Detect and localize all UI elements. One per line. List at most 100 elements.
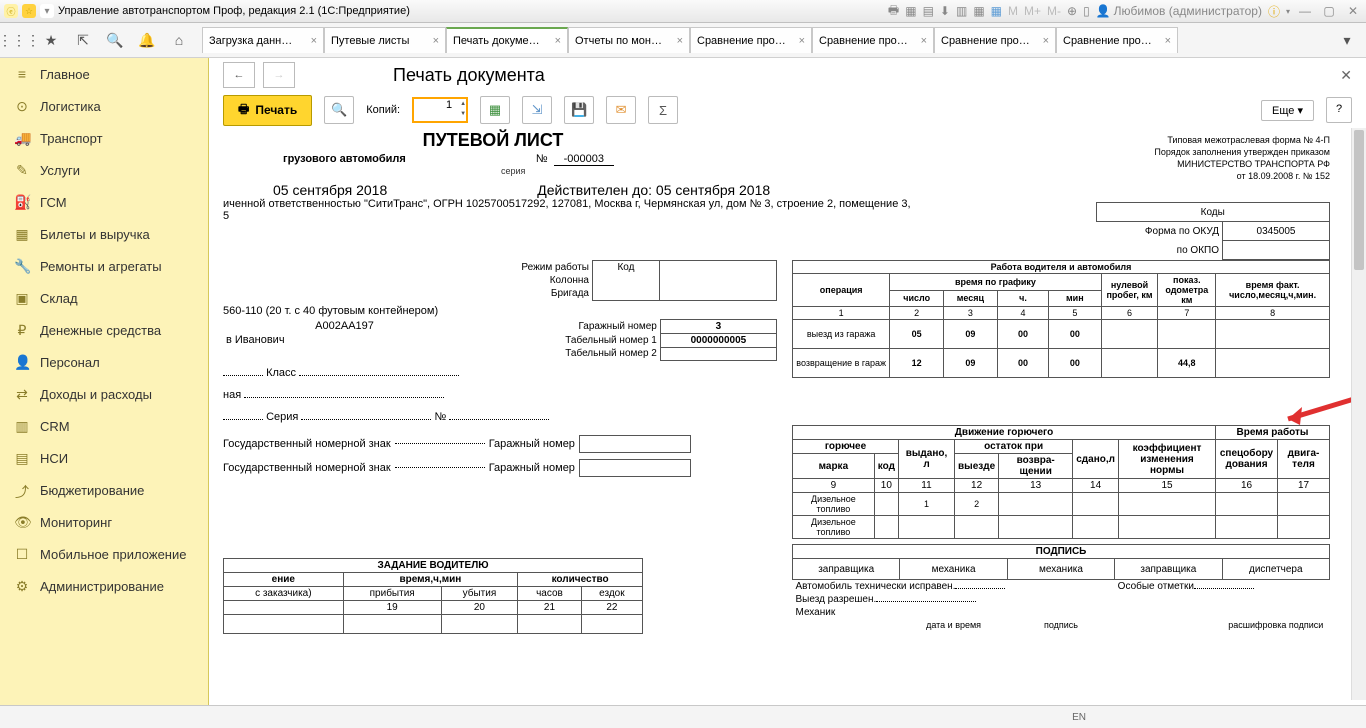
search-icon[interactable]: 🔍 — [100, 27, 130, 53]
minimize-icon[interactable]: — — [1296, 4, 1314, 18]
tab-close-icon[interactable]: × — [677, 35, 683, 47]
preview-button[interactable]: 🔍 — [324, 96, 354, 124]
sidebar-item[interactable]: 👤Персонал — [0, 346, 208, 378]
sidebar-icon: 👁 — [14, 514, 30, 530]
calc-icon[interactable]: ▤ — [923, 4, 934, 18]
bell-icon[interactable]: 🔔 — [132, 27, 162, 53]
sidebar-icon: ▦ — [14, 226, 30, 242]
m-icon[interactable]: M — [1008, 4, 1018, 18]
app-icon: ☆ — [22, 4, 36, 18]
sidebar-item[interactable]: ≡Главное — [0, 58, 208, 90]
help-button[interactable]: ? — [1326, 97, 1352, 123]
document-tab[interactable]: Сравнение про…× — [1056, 27, 1178, 53]
home-icon[interactable]: ⌂ — [164, 27, 194, 53]
document-tab[interactable]: Печать докуме…× — [446, 27, 568, 53]
nav-row: ← → Печать документа ✕ — [209, 58, 1366, 92]
layout-button[interactable]: ▦ — [480, 96, 510, 124]
save-icon[interactable]: ⬇ — [940, 4, 950, 18]
left-details: Режим работыКод Колонна Бригада 560-110 … — [223, 260, 777, 477]
mminus-icon[interactable]: M- — [1047, 4, 1061, 18]
forward-button[interactable]: → — [263, 62, 295, 88]
tab-close-icon[interactable]: × — [799, 35, 805, 47]
sidebar-item[interactable]: ▣Склад — [0, 282, 208, 314]
document-tab[interactable]: Путевые листы× — [324, 27, 446, 53]
sidebar-item[interactable]: ▤НСИ — [0, 442, 208, 474]
document-tab[interactable]: Сравнение про…× — [934, 27, 1056, 53]
mplus-icon[interactable]: M+ — [1024, 4, 1041, 18]
tab-toolbar: ⋮⋮⋮ ★ ⇱ 🔍 🔔 ⌂ Загрузка данн…×Путевые лис… — [0, 23, 1366, 58]
sidebar-item[interactable]: 👁Мониторинг — [0, 506, 208, 538]
tab-close-icon[interactable]: × — [555, 35, 561, 47]
document-tab[interactable]: Сравнение про…× — [812, 27, 934, 53]
apps-icon[interactable]: ⋮⋮⋮ — [4, 27, 34, 53]
calendar-icon[interactable]: ▦ — [991, 4, 1002, 18]
sidebar-icon: 👤 — [14, 354, 30, 370]
close-icon[interactable]: ✕ — [1344, 4, 1362, 18]
action-toolbar: 🖶 Печать 🔍 Копий: 1 ▦ ⇲ 💾 ✉ Σ Еще ▾ ? — [209, 92, 1366, 128]
info-dd-icon[interactable]: ▾ — [1286, 7, 1290, 16]
tab-close-icon[interactable]: × — [1165, 35, 1171, 47]
sidebar-icon: ⤴ — [14, 482, 30, 498]
sum-button[interactable]: Σ — [648, 96, 678, 124]
app-badge-icon: ⓔ — [4, 4, 18, 18]
sidebar-item[interactable]: 🚚Транспорт — [0, 122, 208, 154]
sidebar-icon: 🚚 — [14, 130, 30, 146]
tab-close-icon[interactable]: × — [1043, 35, 1049, 47]
sidebar-item[interactable]: ₽Денежные средства — [0, 314, 208, 346]
document-tab[interactable]: Отчеты по мон…× — [568, 27, 690, 53]
copies-label: Копий: — [366, 104, 400, 116]
pin-icon[interactable]: ⇱ — [68, 27, 98, 53]
codes-table: Коды Форма по ОКУД0345005 по ОКПО — [1096, 202, 1331, 260]
page-title: Печать документа — [393, 65, 545, 86]
vertical-scrollbar[interactable] — [1351, 128, 1366, 700]
print-button[interactable]: 🖶 Печать — [223, 95, 312, 126]
sidebar-item[interactable]: 🔧Ремонты и агрегаты — [0, 250, 208, 282]
sidebar-item[interactable]: ⛽ГСМ — [0, 186, 208, 218]
more-button[interactable]: Еще ▾ — [1261, 100, 1314, 121]
sidebar-icon: ▥ — [14, 418, 30, 434]
doc-icon[interactable]: ▦ — [905, 4, 916, 18]
info-icon[interactable]: ⓘ — [1268, 3, 1280, 20]
tab-close-icon[interactable]: × — [433, 35, 439, 47]
document-tab[interactable]: Загрузка данн…× — [202, 27, 324, 53]
document-tab[interactable]: Сравнение про…× — [690, 27, 812, 53]
tab-close-icon[interactable]: × — [311, 35, 317, 47]
zoom-icon[interactable]: ⊕ — [1067, 4, 1077, 18]
panel-icon[interactable]: ▯ — [1083, 4, 1090, 18]
statusbar: EN — [0, 705, 1366, 728]
sidebar-item[interactable]: ✎Услуги — [0, 154, 208, 186]
sidebar-icon: ☐ — [14, 546, 30, 562]
sidebar-item[interactable]: ⇄Доходы и расходы — [0, 378, 208, 410]
dropdown-icon[interactable]: ▾ — [40, 4, 54, 18]
content-area: ← → Печать документа ✕ 🖶 Печать 🔍 Копий:… — [209, 58, 1366, 722]
page-close-icon[interactable]: ✕ — [1340, 67, 1352, 84]
sidebar-icon: ✎ — [14, 162, 30, 178]
titlebar-toolbar: 🖶 ▦ ▤ ⬇ ▥ ▦ ▦ M M+ M- ⊕ ▯ 👤 Любимов (адм… — [888, 1, 1362, 22]
sidebar-item[interactable]: ⤴Бюджетирование — [0, 474, 208, 506]
export-button[interactable]: ⇲ — [522, 96, 552, 124]
more-tabs-icon[interactable]: ▾ — [1332, 27, 1362, 53]
sidebar-item[interactable]: ▦Билеты и выручка — [0, 218, 208, 250]
back-button[interactable]: ← — [223, 62, 255, 88]
list-icon[interactable]: ▥ — [956, 4, 967, 18]
tab-close-icon[interactable]: × — [921, 35, 927, 47]
sidebar-item[interactable]: ⊙Логистика — [0, 90, 208, 122]
sidebar-item[interactable]: ☐Мобильное приложение — [0, 538, 208, 570]
sidebar-icon: ⛽ — [14, 194, 30, 210]
document-viewport: Типовая межотраслевая форма № 4-ППорядок… — [209, 128, 1366, 722]
doc-date: 05 сентября 2018 — [273, 182, 387, 198]
save-button[interactable]: 💾 — [564, 96, 594, 124]
sidebar-icon: ≡ — [14, 66, 30, 82]
signature-table: ПОДПИСЬзаправщикамеханикамеханиказаправщ… — [792, 544, 1330, 631]
print-icon[interactable]: 🖶 — [888, 1, 899, 22]
sidebar-item[interactable]: ⚙Администрирование — [0, 570, 208, 602]
titlebar: ⓔ ☆ ▾ Управление автотранспортом Проф, р… — [0, 0, 1366, 23]
grid-icon[interactable]: ▦ — [973, 4, 984, 18]
maximize-icon[interactable]: ▢ — [1320, 4, 1338, 18]
user-label[interactable]: 👤 Любимов (администратор) — [1096, 4, 1262, 18]
copies-input[interactable]: 1 — [412, 97, 468, 123]
sidebar-item[interactable]: ▥CRM — [0, 410, 208, 442]
star-icon[interactable]: ★ — [36, 27, 66, 53]
document-tabs: Загрузка данн…×Путевые листы×Печать доку… — [202, 27, 1330, 53]
mail-button[interactable]: ✉ — [606, 96, 636, 124]
